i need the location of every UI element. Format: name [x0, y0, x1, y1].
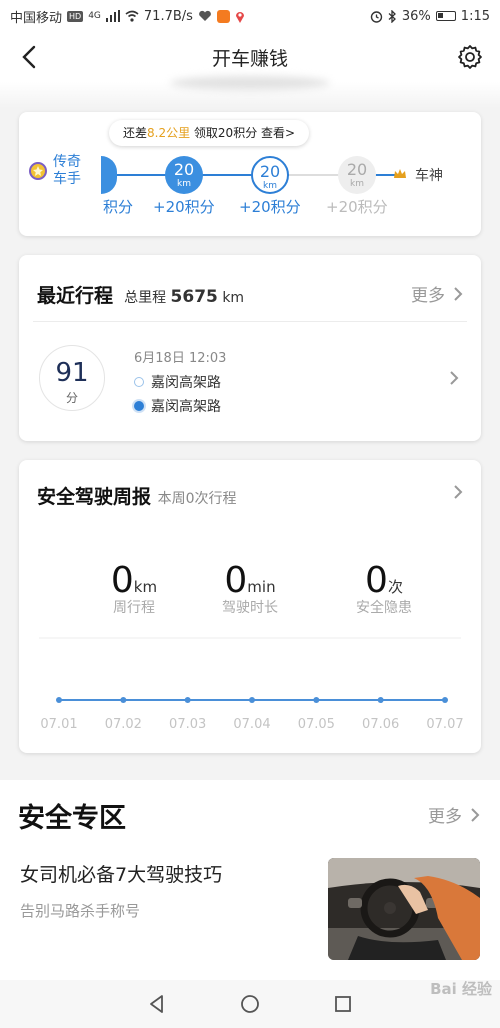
milestone-node-2: 20 km [251, 156, 289, 194]
next-level-label: 车神 [415, 168, 443, 184]
crown-icon [394, 169, 406, 178]
chevron-right-icon [471, 807, 480, 822]
chart-x-tick-label: 07.06 [362, 717, 399, 732]
article-thumbnail [328, 858, 480, 960]
weekly-subtitle: 本周0次行程 [157, 491, 237, 507]
medal-icon [29, 162, 47, 180]
chart-x-tick-label: 07.02 [105, 717, 142, 732]
chart-x-tick-label: 07.07 [426, 717, 463, 732]
battery-label: 36% [401, 8, 431, 24]
chart-point-07.03 [184, 697, 191, 703]
trip-start: 嘉闵高架路 [134, 372, 221, 392]
header-arc-decoration [170, 76, 330, 90]
article-title: 女司机必备7大驾驶技巧 [20, 864, 223, 886]
heart-icon [199, 10, 211, 21]
previous-points: 积分 [103, 198, 134, 216]
location-icon [235, 11, 244, 23]
chart-point-07.07 [442, 697, 448, 703]
chart-x-tick-label: 07.03 [169, 717, 206, 732]
mileage-progress-card: 还差8.2公里 领取20积分 查看> 传奇车手 积分 20 km +20积分 20… [19, 112, 481, 236]
milestone-node-1: 20 km [165, 156, 203, 194]
start-dot-icon [134, 377, 144, 387]
app-notification-icon [216, 9, 230, 23]
stat-distance: 0km 周行程 [110, 560, 158, 616]
tip-prefix: 还差 [123, 126, 148, 140]
total-mileage: 总里程 5675 km [124, 287, 245, 307]
trip-detail-chevron-icon[interactable] [449, 370, 459, 386]
stat-hazards: 0次 安全隐患 [356, 560, 412, 616]
weekly-chevron-icon[interactable] [453, 484, 463, 500]
chart-point-07.04 [249, 697, 255, 703]
back-icon[interactable] [16, 42, 42, 72]
reward-tip[interactable]: 还差8.2公里 领取20积分 查看> [109, 120, 310, 146]
watermark-logo: Bai 经验 [430, 980, 492, 998]
status-right: 36% 1:15 [370, 9, 490, 24]
speed-label: 71.7B/s [143, 8, 193, 24]
system-nav-bar [0, 980, 500, 1028]
current-level: 传奇车手 [29, 154, 83, 188]
chart-point-07.05 [313, 697, 320, 703]
wifi-icon [125, 10, 139, 22]
chart-point-07.02 [120, 697, 127, 703]
milestone-points-1: +20积分 [153, 198, 215, 216]
safety-zone-title: 安全专区 [18, 803, 126, 834]
gear-icon[interactable] [456, 43, 484, 71]
article-subtitle: 告别马路杀手称号 [20, 902, 141, 920]
status-bar: 中国移动 HD 4G 71.7B/s 36% 1:15 [0, 0, 500, 32]
current-level-label: 传奇车手 [53, 154, 81, 187]
nav-home-icon[interactable] [239, 993, 261, 1015]
recent-trips-title: 最近行程 总里程 5675 km [37, 285, 245, 307]
hd-badge: HD [67, 10, 84, 22]
trip-time: 6月18日 12:03 [134, 351, 227, 366]
signal-icon [105, 10, 120, 22]
trip-score-badge: 91 分 [39, 345, 105, 411]
chart-point-07.01 [56, 697, 62, 703]
safety-zone-more-button[interactable]: 更多 [428, 802, 480, 827]
safety-zone-section: 安全专区 更多 女司机必备7大驾驶技巧 告别马路杀手称号 [0, 780, 500, 980]
milestone-node-3: 20 km [338, 156, 376, 194]
chart-point-07.06 [377, 697, 384, 703]
chart-x-tick-label: 07.05 [298, 717, 335, 732]
trip-end: 嘉闵高架路 [134, 396, 221, 416]
chevron-right-icon [454, 286, 463, 301]
app-header: 开车赚钱 [0, 32, 500, 82]
alarm-icon [370, 10, 383, 23]
nav-back-icon[interactable] [146, 993, 168, 1015]
weekly-title: 安全驾驶周报 本周0次行程 [37, 486, 237, 508]
weekly-line-chart: 07.01 07.02 07.03 07.04 07.05 07.06 07.07 [39, 637, 464, 732]
time-label: 1:15 [460, 8, 490, 24]
article-item[interactable]: 女司机必备7大驾驶技巧 告别马路杀手称号 [0, 858, 500, 968]
milestone-points-3: +20积分 [326, 198, 388, 216]
recent-trips-card: 最近行程 总里程 5675 km 更多 91 分 6月18日 12:03 嘉闵高架… [19, 255, 481, 441]
chart-x-tick-label: 07.04 [233, 717, 270, 732]
carrier-label: 中国移动 [10, 10, 63, 26]
page-title: 开车赚钱 [211, 47, 288, 70]
network-label: 4G [88, 11, 101, 21]
bluetooth-icon [388, 9, 396, 23]
previous-milestone [101, 156, 117, 194]
status-left: 中国移动 HD 4G 71.7B/s [10, 7, 245, 26]
end-dot-icon [134, 401, 144, 411]
divider [33, 321, 467, 322]
stat-duration: 0min 驾驶时长 [222, 560, 278, 616]
recent-more-button[interactable]: 更多 [411, 281, 463, 306]
nav-recents-icon[interactable] [332, 993, 354, 1015]
chart-x-tick-label: 07.01 [40, 717, 77, 732]
battery-icon [435, 11, 456, 21]
tip-suffix: 领取20积分 查看> [190, 126, 296, 140]
weekly-report-card: 安全驾驶周报 本周0次行程 0km 周行程 0min 驾驶时长 0次 安全隐患 … [19, 460, 481, 753]
milestone-points-2: +20积分 [239, 198, 301, 216]
tip-distance: 8.2公里 [147, 126, 191, 140]
